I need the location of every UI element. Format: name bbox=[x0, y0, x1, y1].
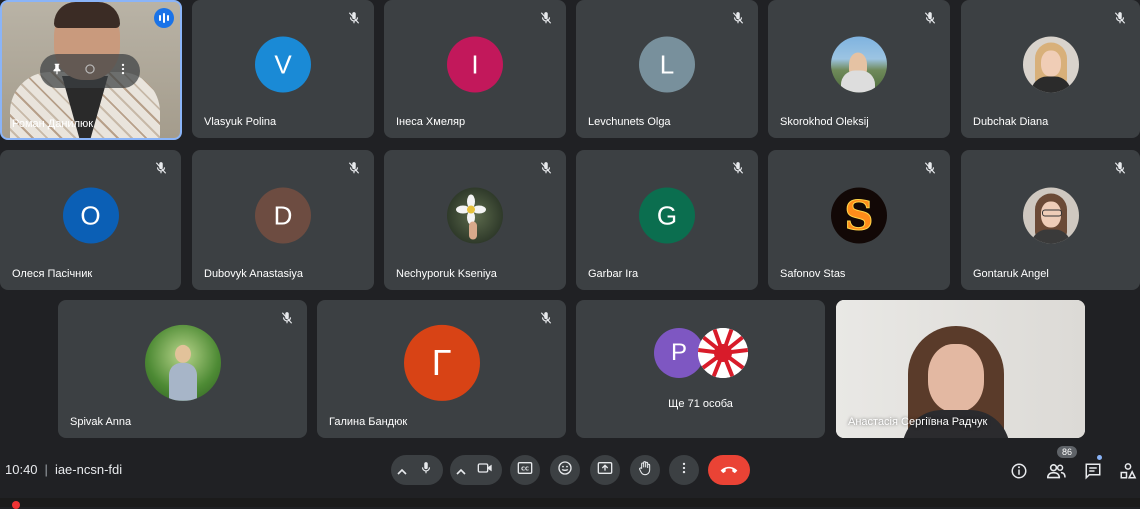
muted-mic-icon bbox=[920, 158, 940, 178]
chevron-up-icon[interactable] bbox=[456, 464, 466, 482]
chat-icon[interactable] bbox=[1082, 460, 1104, 482]
participant-tile[interactable]: Dubchak Diana bbox=[961, 0, 1140, 138]
svg-text:CC: CC bbox=[521, 466, 529, 472]
people-icon[interactable] bbox=[1045, 460, 1067, 482]
participant-tile[interactable]: Gontaruk Angel bbox=[961, 150, 1140, 290]
muted-mic-icon bbox=[728, 158, 748, 178]
microphone-icon bbox=[419, 460, 433, 481]
muted-mic-icon bbox=[920, 8, 940, 28]
more-participants-label: Ще 71 особа bbox=[668, 398, 733, 410]
rising-sun-avatar-icon bbox=[698, 328, 748, 378]
muted-mic-icon bbox=[728, 8, 748, 28]
participant-name: Vlasyuk Polina bbox=[204, 116, 277, 128]
participant-tile[interactable]: V Vlasyuk Polina bbox=[192, 0, 374, 138]
meeting-controls-bar: 10:40 | iae-ncsn-fdi CC bbox=[0, 448, 1140, 492]
participant-name: Роман Данилюк bbox=[12, 118, 94, 130]
microphone-button[interactable] bbox=[391, 455, 443, 485]
avatar: Г bbox=[403, 324, 480, 401]
participant-name: Олеся Пасічник bbox=[12, 268, 93, 280]
participant-tile[interactable]: Spivak Anna bbox=[58, 300, 307, 438]
avatar: G bbox=[639, 187, 695, 244]
participant-name: Spivak Anna bbox=[70, 416, 132, 428]
svg-text:S: S bbox=[845, 193, 874, 240]
participant-tile[interactable]: G Garbar Ira bbox=[576, 150, 758, 290]
avatar-photo bbox=[1022, 36, 1079, 93]
avatar: I bbox=[447, 36, 503, 93]
participant-tile[interactable]: D Dubovyk Anastasiya bbox=[192, 150, 374, 290]
participant-name: Skorokhod Oleksij bbox=[780, 116, 869, 128]
participant-name: Safonov Stas bbox=[780, 268, 846, 280]
avatar: О bbox=[62, 187, 119, 244]
emoji-icon bbox=[557, 460, 573, 481]
participant-tile[interactable]: Skorokhod Oleksij bbox=[768, 0, 950, 138]
pin-icon[interactable] bbox=[50, 62, 64, 81]
more-participants-tile[interactable]: P Ще 71 особа bbox=[576, 300, 825, 438]
participant-name: Nechyporuk Kseniya bbox=[396, 268, 497, 280]
activities-icon[interactable] bbox=[1117, 460, 1139, 482]
participant-name: Галина Бандюк bbox=[329, 416, 408, 428]
os-taskbar bbox=[0, 498, 1140, 509]
emoji-button[interactable] bbox=[550, 455, 580, 485]
avatar-photo bbox=[447, 187, 503, 244]
participant-name: Dubovyk Anastasiya bbox=[204, 268, 304, 280]
chat-notification-dot bbox=[1097, 455, 1102, 460]
present-button[interactable] bbox=[590, 455, 620, 485]
end-call-button[interactable] bbox=[708, 455, 750, 485]
present-icon bbox=[597, 461, 613, 480]
participant-tile[interactable]: L Levchunets Olga bbox=[576, 0, 758, 138]
participant-name: Інеса Хмеляр bbox=[396, 116, 466, 128]
captions-icon: CC bbox=[517, 461, 533, 480]
participant-name: Levchunets Olga bbox=[588, 116, 671, 128]
tile-hover-controls bbox=[40, 54, 140, 88]
meeting-code[interactable]: iae-ncsn-fdi bbox=[55, 462, 122, 477]
captions-button[interactable]: CC bbox=[510, 455, 540, 485]
more-options-icon bbox=[677, 460, 691, 481]
app-icon bbox=[12, 501, 20, 509]
participant-name: Gontaruk Angel bbox=[973, 268, 1049, 280]
raise-hand-button[interactable] bbox=[630, 455, 660, 485]
participant-tile[interactable]: I Інеса Хмеляр bbox=[384, 0, 566, 138]
clock-time: 10:40 bbox=[5, 462, 38, 477]
participant-count-badge: 86 bbox=[1057, 446, 1078, 458]
avatar-photo bbox=[144, 324, 221, 401]
participant-tile[interactable]: Г Галина Бандюк bbox=[317, 300, 566, 438]
info-icon[interactable] bbox=[1008, 460, 1030, 482]
avatar: P bbox=[654, 328, 704, 378]
muted-mic-icon bbox=[1110, 8, 1130, 28]
more-options-button[interactable] bbox=[669, 455, 699, 485]
speaking-indicator-icon bbox=[154, 8, 174, 28]
participant-video-tile[interactable]: Анастасія Сергіївна Радчук bbox=[836, 300, 1085, 438]
camera-button[interactable] bbox=[450, 455, 502, 485]
mute-participant-icon[interactable] bbox=[83, 62, 97, 81]
avatar-photo: S bbox=[831, 187, 887, 244]
muted-mic-icon bbox=[536, 8, 556, 28]
more-vert-icon[interactable] bbox=[116, 62, 130, 81]
muted-mic-icon bbox=[344, 8, 364, 28]
participant-name: Garbar Ira bbox=[588, 268, 639, 280]
chevron-up-icon[interactable] bbox=[397, 464, 407, 482]
muted-mic-icon bbox=[536, 158, 556, 178]
avatar-photo bbox=[1022, 187, 1079, 244]
meeting-info: 10:40 | iae-ncsn-fdi bbox=[5, 462, 123, 477]
participant-name: Анастасія Сергіївна Радчук bbox=[848, 416, 988, 428]
muted-mic-icon bbox=[344, 158, 364, 178]
end-call-icon bbox=[719, 461, 739, 479]
muted-mic-icon bbox=[1110, 158, 1130, 178]
muted-mic-icon bbox=[151, 158, 171, 178]
muted-mic-icon bbox=[536, 308, 556, 328]
participant-tile-self[interactable]: Роман Данилюк bbox=[0, 0, 182, 140]
participant-tile[interactable]: S Safonov Stas bbox=[768, 150, 950, 290]
avatar: D bbox=[255, 187, 311, 244]
avatar-photo bbox=[831, 36, 887, 93]
avatar: L bbox=[639, 36, 695, 93]
participant-tile[interactable]: Nechyporuk Kseniya bbox=[384, 150, 566, 290]
avatar: V bbox=[255, 36, 311, 93]
participant-tile[interactable]: О Олеся Пасічник bbox=[0, 150, 181, 290]
camera-icon bbox=[477, 461, 493, 480]
raise-hand-icon bbox=[637, 460, 653, 481]
muted-mic-icon bbox=[277, 308, 297, 328]
participant-name: Dubchak Diana bbox=[973, 116, 1049, 128]
